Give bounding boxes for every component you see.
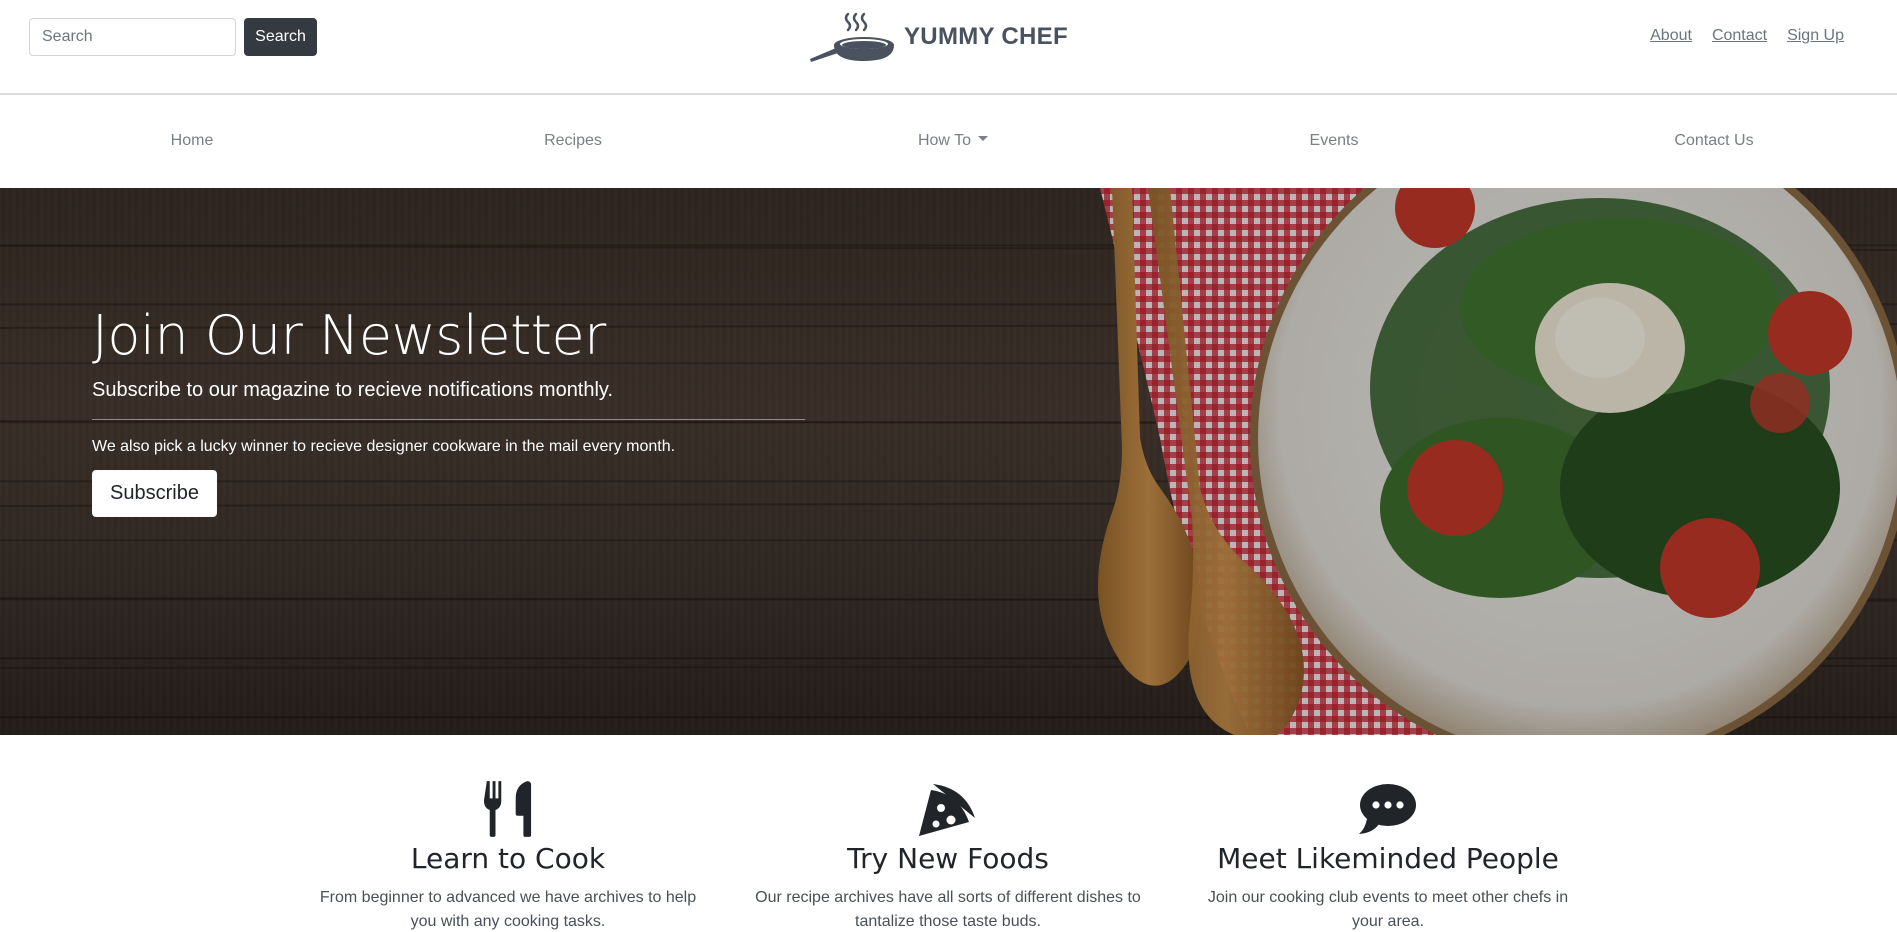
frying-pan-steam-icon: [810, 12, 894, 62]
nav-item-events[interactable]: Events: [1310, 132, 1359, 150]
nav-item-label: Events: [1309, 132, 1359, 149]
subscribe-button[interactable]: Subscribe: [92, 470, 217, 518]
about-link[interactable]: About: [1650, 27, 1692, 45]
newsletter-hero: Join Our Newsletter Subscribe to our mag…: [0, 188, 1897, 735]
feature-title: Try New Foods: [847, 842, 1049, 875]
feature-text: Our recipe archives have all sorts of di…: [755, 888, 1141, 930]
feature-title: Meet Likeminded People: [1217, 842, 1559, 875]
hero-title: Join Our Newsletter: [92, 304, 606, 367]
search-input[interactable]: [29, 18, 236, 56]
nav-item-label: How To: [917, 132, 972, 149]
main-nav: Home Recipes How To Events Contact Us: [0, 97, 1897, 188]
search-button[interactable]: Search: [244, 18, 317, 56]
top-links: About Contact Sign Up: [1650, 27, 1844, 45]
sign-up-link[interactable]: Sign Up: [1787, 27, 1844, 45]
nav-item-recipes[interactable]: Recipes: [544, 132, 602, 150]
nav-item-label: Contact Us: [1674, 132, 1754, 149]
comment-dots-icon: [1359, 784, 1416, 834]
utensils-icon: [483, 781, 532, 837]
nav-item-label: Recipes: [544, 132, 602, 149]
hero-content: Join Our Newsletter Subscribe to our mag…: [92, 304, 805, 518]
feature-try-new-foods: Try New Foods Our recipe archives have a…: [748, 778, 1148, 932]
hero-text: We also pick a lucky winner to recieve d…: [92, 438, 676, 456]
feature-meet-likeminded-people: Meet Likeminded People Join our cooking …: [1188, 778, 1588, 932]
feature-text: From beginner to advanced we have archiv…: [319, 888, 697, 930]
contact-link[interactable]: Contact: [1712, 27, 1767, 45]
brand-name: YUMMY CHEF: [904, 23, 1068, 50]
caret-down-icon: [978, 136, 989, 142]
feature-title: Learn to Cook: [410, 842, 606, 875]
nav-item-how-to[interactable]: How To: [917, 132, 989, 150]
nav-item-label: Home: [170, 132, 214, 149]
pizza-slice-icon: [919, 784, 975, 836]
feature-text: Join our cooking club events to meet oth…: [1207, 888, 1569, 930]
hero-divider: [92, 419, 805, 421]
top-bar: Search YUMMY CHEF About Contact Sign Up: [0, 0, 1897, 95]
hero-lead: Subscribe to our magazine to recieve not…: [92, 379, 614, 402]
nav-item-contact-us[interactable]: Contact Us: [1674, 132, 1753, 150]
feature-learn-to-cook: Learn to Cook From beginner to advanced …: [308, 778, 708, 932]
nav-item-home[interactable]: Home: [171, 132, 214, 150]
brand-logo[interactable]: YUMMY CHEF: [808, 8, 1068, 66]
features-section: Learn to Cook From beginner to advanced …: [0, 735, 1897, 932]
